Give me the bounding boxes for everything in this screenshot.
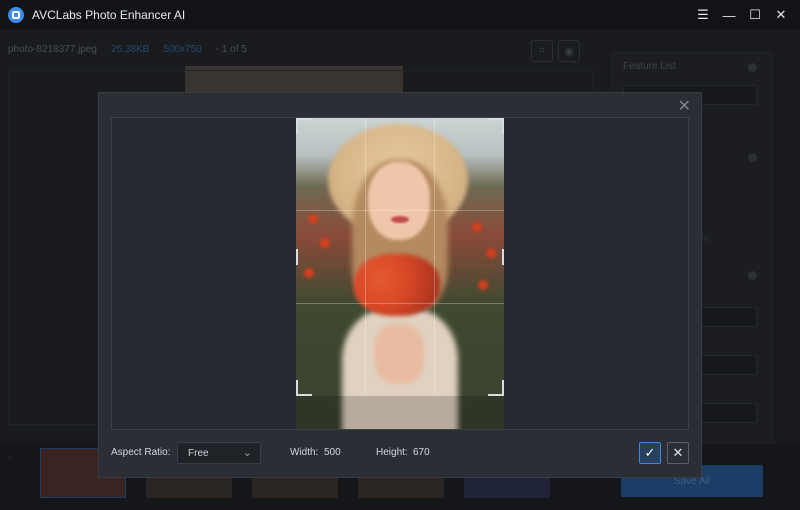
close-icon[interactable]: ✕ (770, 4, 792, 26)
page-counter: - 1 of 5 (215, 44, 247, 55)
height-value[interactable]: 670 (413, 447, 430, 458)
help-icon[interactable] (748, 153, 757, 162)
menu-icon[interactable]: ☰ (692, 4, 714, 26)
file-resolution: 500x750 (163, 44, 202, 55)
aspect-ratio-select[interactable]: Free ⌄ (177, 442, 261, 464)
app-logo-icon (8, 7, 24, 23)
crop-dialog: ✕ Aspect Ratio: Free ⌄ Width: 500 Height… (98, 92, 702, 478)
crop-handle-top-left[interactable] (296, 118, 312, 134)
aspect-ratio-value: Free (188, 447, 209, 459)
width-label: Width: (290, 447, 319, 458)
file-info-bar: photo-8218377.jpeg 25.38KB 500x750 - 1 o… (8, 44, 247, 55)
crop-handle-top-right[interactable] (488, 118, 504, 134)
panel-text-fragment: nt (701, 233, 709, 243)
help-icon[interactable] (748, 63, 757, 72)
window-controls: ☰ — ☐ ✕ (692, 0, 792, 30)
width-value[interactable]: 500 (324, 447, 341, 458)
crop-handle-bottom-left[interactable] (296, 380, 312, 396)
aspect-ratio-label: Aspect Ratio: (111, 447, 171, 458)
crop-handle-left[interactable] (296, 249, 298, 265)
chevron-down-icon: ⌄ (242, 447, 252, 459)
crop-selection-box[interactable] (296, 118, 504, 396)
confirm-crop-button[interactable]: ✓ (639, 442, 661, 464)
file-name: photo-8218377.jpeg (8, 44, 97, 55)
dialog-close-icon[interactable]: ✕ (678, 99, 691, 115)
file-size: 25.38KB (110, 44, 150, 55)
crop-handle-right[interactable] (502, 249, 504, 265)
height-label: Height: (376, 447, 408, 458)
minimize-icon[interactable]: — (718, 4, 740, 26)
title-bar: AVCLabs Photo Enhancer AI ☰ — ☐ ✕ (0, 0, 800, 30)
feature-list-title: Feature List (623, 61, 676, 72)
preview-eye-icon[interactable]: ◉ (558, 40, 580, 62)
maximize-icon[interactable]: ☐ (744, 4, 766, 26)
crop-tool-icon[interactable]: ⌗ (531, 40, 553, 62)
crop-handle-bottom-right[interactable] (488, 380, 504, 396)
crop-controls: Aspect Ratio: Free ⌄ Width: 500 Height: … (111, 441, 689, 467)
cancel-crop-button[interactable]: ✕ (667, 442, 689, 464)
help-icon[interactable] (748, 271, 757, 280)
filmstrip-prev-icon[interactable]: ‹ (8, 450, 12, 464)
app-title: AVCLabs Photo Enhancer AI (32, 8, 186, 22)
crop-canvas (111, 117, 689, 430)
